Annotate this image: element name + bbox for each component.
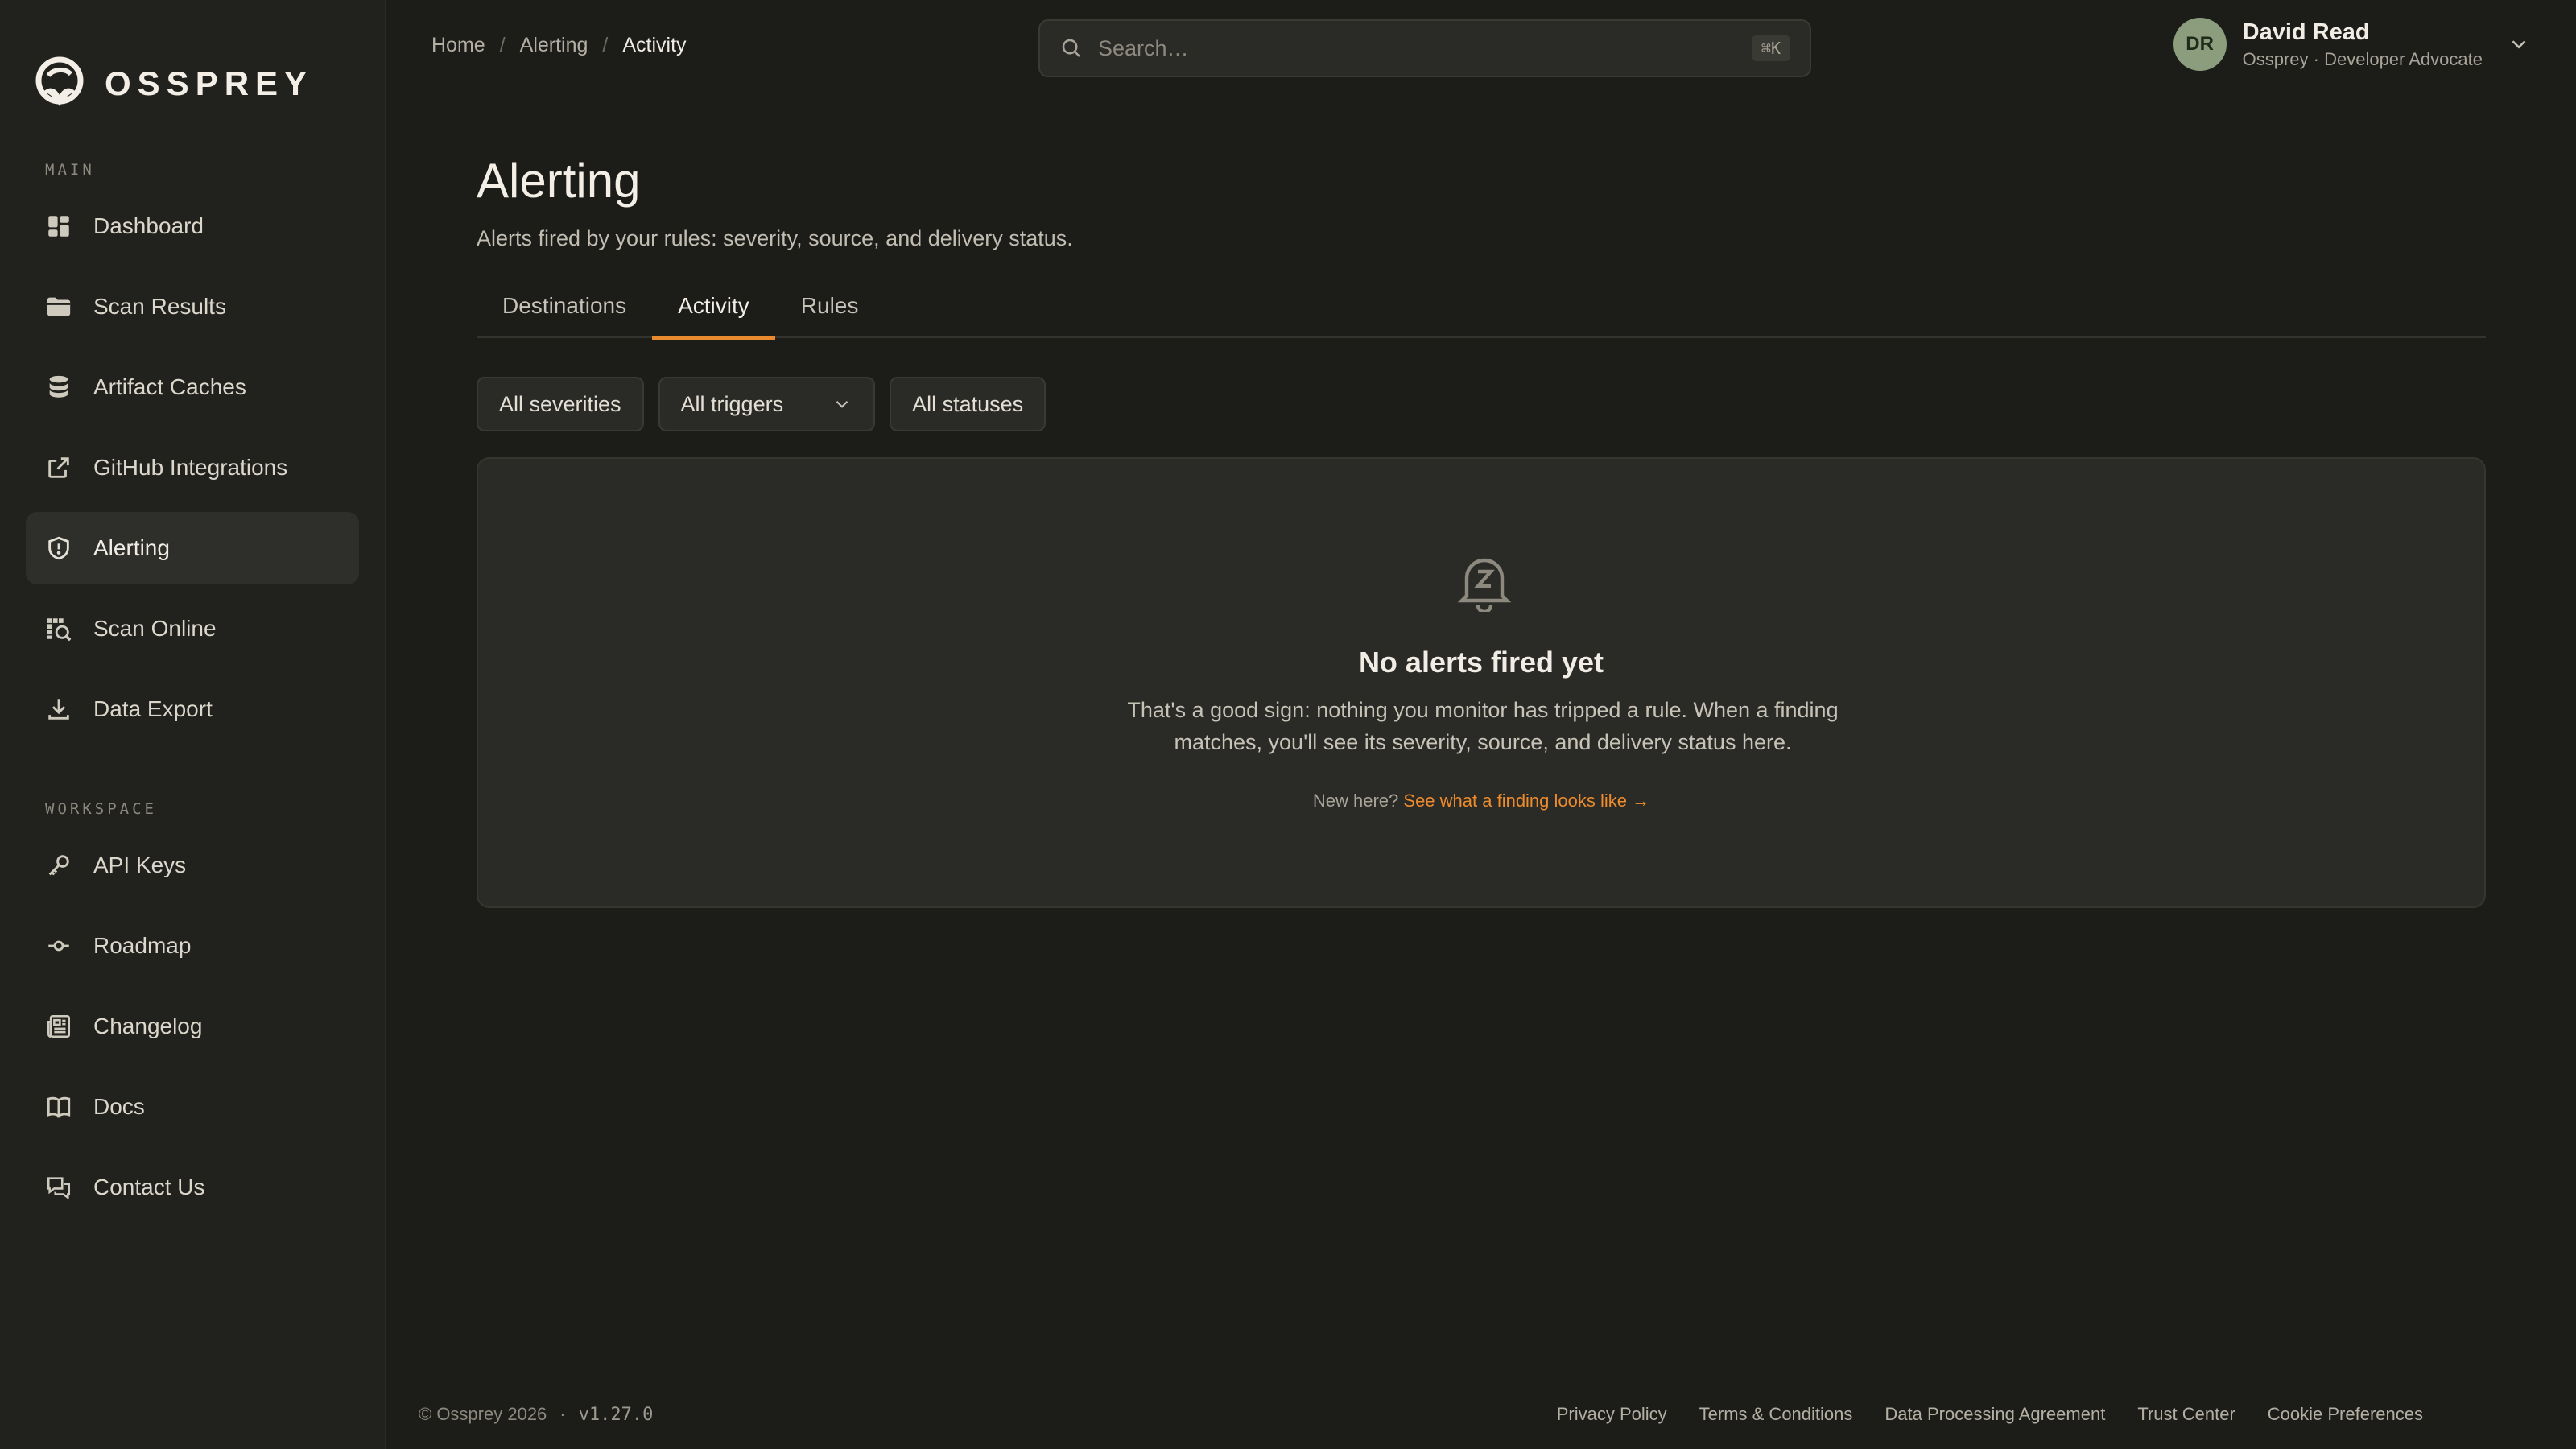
search-icon xyxy=(1062,39,1080,57)
sidebar-item-roadmap[interactable]: Roadmap xyxy=(26,910,359,982)
folder-icon xyxy=(45,293,72,320)
sidebar-item-label: Dashboard xyxy=(93,213,204,238)
sidebar-item-label: Contact Us xyxy=(93,1174,205,1199)
sidebar-item-dashboard[interactable]: Dashboard xyxy=(26,190,359,262)
severity-filter[interactable]: All severities xyxy=(477,377,644,431)
main-content: Home / Alerting / Activity ⌘K DR David R… xyxy=(386,0,2576,1449)
version-label: v1.27.0 xyxy=(578,1404,654,1425)
breadcrumb-separator: / xyxy=(499,34,506,56)
section-label-main: MAIN xyxy=(45,161,95,179)
user-menu[interactable]: DR David Read Ossprey · Developer Advoca… xyxy=(2173,18,2531,71)
sidebar-item-label: GitHub Integrations xyxy=(93,455,288,480)
topbar: Home / Alerting / Activity ⌘K DR David R… xyxy=(386,0,2576,95)
section-label-workspace: WORKSPACE xyxy=(45,800,157,818)
sidebar-item-changelog[interactable]: Changelog xyxy=(26,990,359,1063)
sidebar-item-label: Scan Results xyxy=(93,294,226,319)
app-root: OSSPREY MAIN Dashboard Scan Results Arti… xyxy=(0,0,2576,1449)
user-role: Ossprey · Developer Advocate xyxy=(2242,48,2483,69)
sidebar-item-label: Docs xyxy=(93,1094,145,1119)
trigger-filter-label: All triggers xyxy=(680,391,784,416)
footer-dot: · xyxy=(559,1404,566,1424)
chevron-down-icon xyxy=(836,400,848,408)
sidebar-item-docs[interactable]: Docs xyxy=(26,1071,359,1143)
footer-link-dpa[interactable]: Data Processing Agreement xyxy=(1885,1404,2105,1425)
sidebar-item-data-export[interactable]: Data Export xyxy=(26,673,359,745)
chevron-down-icon xyxy=(2512,40,2526,49)
breadcrumb-home[interactable]: Home xyxy=(431,34,485,57)
empty-state-description: That's a good sign: nothing you monitor … xyxy=(1127,698,1839,754)
chat-icon xyxy=(45,1174,72,1201)
status-filter-label: All statuses xyxy=(912,391,1024,416)
breadcrumb-alerting[interactable]: Alerting xyxy=(520,34,588,57)
user-name: David Read xyxy=(2242,19,2370,45)
key-icon xyxy=(45,852,72,879)
hint-prefix: New here? xyxy=(1312,791,1399,811)
shield-icon xyxy=(45,535,72,562)
tab-destinations[interactable]: Destinations xyxy=(477,274,652,338)
footer-links: Privacy Policy Terms & Conditions Data P… xyxy=(1557,1404,2423,1425)
newspaper-icon xyxy=(45,1013,72,1040)
search-input[interactable] xyxy=(1098,35,1752,61)
footer-meta: © Ossprey 2026 · v1.27.0 xyxy=(419,1404,653,1425)
sidebar-item-label: Changelog xyxy=(93,1013,203,1038)
book-icon xyxy=(45,1093,72,1121)
sidebar: OSSPREY MAIN Dashboard Scan Results Arti… xyxy=(0,0,386,1449)
tab-rules[interactable]: Rules xyxy=(775,274,885,338)
download-icon xyxy=(45,696,72,723)
breadcrumb-separator: / xyxy=(602,34,609,56)
breadcrumb-current: Activity xyxy=(622,34,687,56)
sidebar-item-label: Data Export xyxy=(93,696,213,721)
footer-link-privacy[interactable]: Privacy Policy xyxy=(1557,1404,1667,1425)
sidebar-item-artifact-caches[interactable]: Artifact Caches xyxy=(26,351,359,423)
page-subtitle: Alerts fired by your rules: severity, so… xyxy=(477,226,1073,250)
tab-bar: Destinations Activity Rules xyxy=(477,274,2486,340)
sidebar-item-github-integrations[interactable]: GitHub Integrations xyxy=(26,431,359,504)
sidebar-item-scan-results[interactable]: Scan Results xyxy=(26,270,359,343)
bell-snooze-icon xyxy=(1457,558,1512,612)
copyright: © Ossprey 2026 xyxy=(419,1404,547,1424)
dashboard-icon xyxy=(45,213,72,240)
database-icon xyxy=(45,374,72,401)
search-shortcut-badge: ⌘K xyxy=(1751,35,1790,61)
user-info: David Read Ossprey · Developer Advocate xyxy=(2243,19,2483,70)
sidebar-item-api-keys[interactable]: API Keys xyxy=(26,829,359,902)
page-title: Alerting xyxy=(477,154,641,208)
footer-link-cookies[interactable]: Cookie Preferences xyxy=(2268,1404,2423,1425)
osprey-logo-icon xyxy=(35,56,84,106)
empty-state-title: No alerts fired yet xyxy=(1358,646,1604,679)
footer-link-trust-center[interactable]: Trust Center xyxy=(2137,1404,2235,1425)
sidebar-item-scan-online[interactable]: Scan Online xyxy=(26,592,359,665)
sidebar-item-label: API Keys xyxy=(93,852,187,877)
sidebar-item-contact-us[interactable]: Contact Us xyxy=(26,1151,359,1224)
sidebar-item-alerting[interactable]: Alerting xyxy=(26,512,359,584)
external-link-icon xyxy=(45,454,72,481)
search-bar[interactable]: ⌘K xyxy=(1038,19,1811,77)
sidebar-item-label: Roadmap xyxy=(93,933,192,958)
severity-filter-label: All severities xyxy=(499,391,621,416)
brand[interactable]: OSSPREY xyxy=(32,56,313,111)
commit-icon xyxy=(45,932,72,960)
empty-state-hint: New here? See what a finding looks like … xyxy=(478,791,2484,811)
scan-icon xyxy=(45,615,72,642)
avatar: DR xyxy=(2173,18,2227,71)
status-filter[interactable]: All statuses xyxy=(890,377,1046,431)
finding-example-link[interactable]: See what a finding looks like → xyxy=(1403,791,1649,811)
sidebar-item-label: Artifact Caches xyxy=(93,374,246,399)
brand-name: OSSPREY xyxy=(105,64,314,102)
breadcrumb: Home / Alerting / Activity xyxy=(431,34,687,57)
tab-activity[interactable]: Activity xyxy=(652,274,775,340)
sidebar-item-label: Scan Online xyxy=(93,616,217,641)
footer-link-terms[interactable]: Terms & Conditions xyxy=(1699,1404,1853,1425)
sidebar-item-label: Alerting xyxy=(93,535,170,560)
empty-state-card: No alerts fired yet That's a good sign: … xyxy=(477,457,2486,908)
filter-bar: All severities All triggers All statuses xyxy=(477,377,1046,431)
trigger-filter-dropdown[interactable]: All triggers xyxy=(658,377,876,431)
